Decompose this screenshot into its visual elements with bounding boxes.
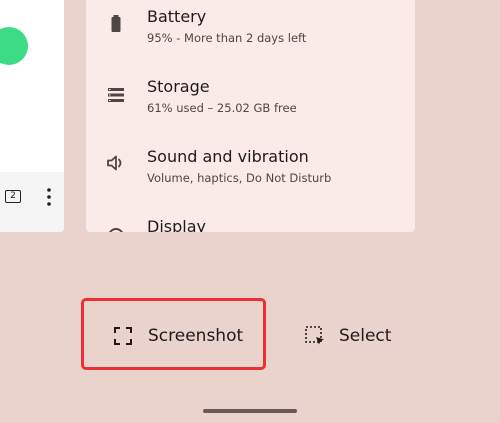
recent-app-card-left[interactable]: 2 (0, 0, 64, 232)
setting-title: Display (147, 217, 206, 232)
display-icon (109, 228, 123, 232)
app-button-green[interactable] (0, 27, 28, 65)
setting-item-storage: Storage 61% used – 25.02 GB free (86, 70, 415, 140)
setting-subtitle: 61% used – 25.02 GB free (147, 101, 297, 115)
battery-icon (111, 15, 121, 32)
setting-title: Storage (147, 77, 210, 96)
setting-subtitle: 95% - More than 2 days left (147, 31, 307, 45)
tab-count-icon[interactable]: 2 (5, 190, 21, 203)
screenshot-icon (114, 327, 132, 345)
setting-item-battery: Battery 95% - More than 2 days left (86, 0, 415, 70)
select-label: Select (339, 326, 392, 346)
recent-app-card-settings[interactable]: Battery 95% - More than 2 days left Stor… (86, 0, 415, 232)
sound-icon (107, 155, 122, 171)
setting-item-display: Display (86, 210, 415, 232)
setting-title: Battery (147, 7, 207, 26)
screenshot-button[interactable]: Screenshot (112, 325, 243, 347)
setting-title: Sound and vibration (147, 147, 309, 166)
screenshot-label: Screenshot (148, 326, 244, 346)
overflow-menu-icon[interactable] (44, 186, 54, 208)
select-button[interactable]: Select (304, 325, 391, 347)
storage-icon (108, 88, 124, 102)
setting-subtitle: Volume, haptics, Do Not Disturb (147, 171, 332, 185)
select-icon (305, 326, 324, 345)
gesture-nav-handle[interactable] (203, 409, 297, 413)
setting-item-sound: Sound and vibration Volume, haptics, Do … (86, 140, 415, 210)
